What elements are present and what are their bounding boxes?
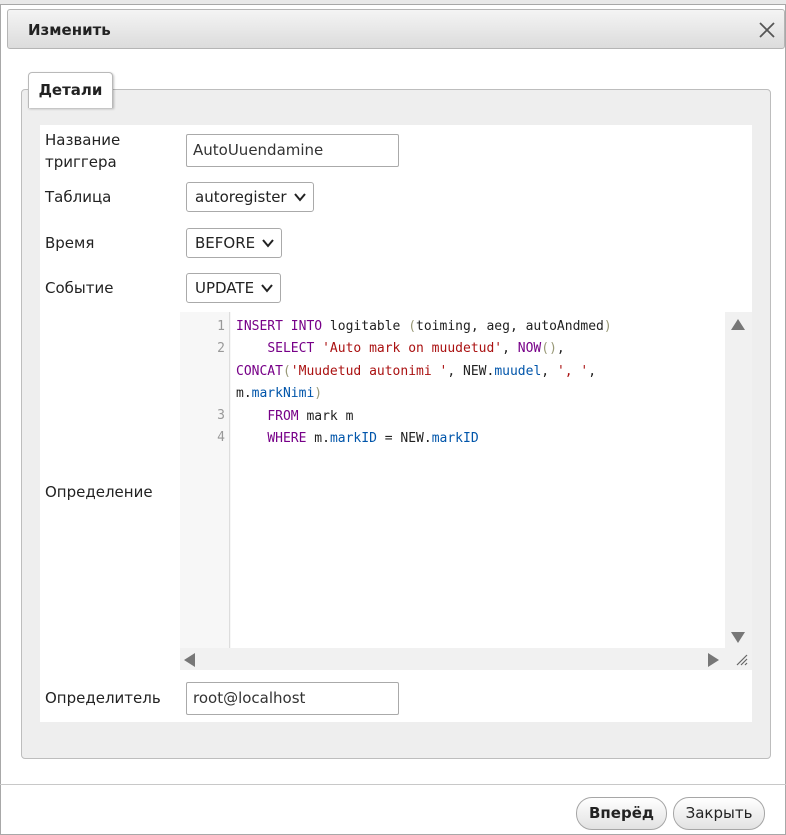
event-select[interactable]: UPDATE [186,273,282,303]
table-label: Таблица [45,188,112,206]
scroll-down-icon[interactable] [731,632,745,643]
definition-label: Определение [45,483,153,501]
line-number: 1 [217,319,225,334]
time-select-value: BEFORE [195,234,256,252]
resize-handle[interactable] [732,648,752,670]
scroll-up-icon[interactable] [731,319,745,330]
close-icon[interactable] [756,19,778,41]
trigger-name-label: Название триггера [45,131,121,171]
close-button[interactable]: Закрыть [673,797,765,830]
chevron-down-icon [293,193,306,202]
line-number: 4 [217,430,225,445]
chevron-down-icon [262,239,274,248]
tab-details[interactable]: Детали [28,72,113,108]
dialog-title: Изменить [28,21,111,39]
definer-label: Определитель [45,689,161,707]
code-line[interactable]: SELECT 'Auto mark on muudetud', NOW(), [236,341,564,356]
code-area[interactable]: INSERT INTO logitable (toiming, aeg, aut… [231,312,725,648]
line-number: 3 [217,408,225,423]
code-line[interactable]: INSERT INTO logitable (toiming, aeg, aut… [236,319,612,334]
trigger-name-input[interactable]: AutoUuendamine [186,134,399,167]
sql-editor[interactable]: 1 2 3 4 INSERT INTO logitable (toiming, … [180,312,752,670]
trigger-form: Название триггера AutoUuendamine Таблица… [40,125,752,722]
event-select-value: UPDATE [195,279,255,297]
scroll-left-icon[interactable] [184,653,195,667]
line-number-gutter: 1 2 3 4 [180,312,230,648]
go-button[interactable]: Вперёд [576,797,667,830]
line-number: 2 [217,341,225,356]
time-select[interactable]: BEFORE [186,228,283,258]
dialog-titlebar[interactable]: Изменить [7,9,785,49]
code-line[interactable]: m.markNimi) [236,386,322,401]
code-line[interactable]: WHERE m.markID = NEW.markID [236,431,478,446]
time-label: Время [45,234,95,252]
table-select-value: autoregister [195,188,287,206]
definer-input[interactable]: root@localhost [186,682,399,715]
footer-divider [0,784,786,785]
code-line[interactable]: CONCAT('Muudetud autonimi ', NEW.muudel,… [236,364,596,379]
vertical-scrollbar[interactable] [725,312,752,648]
event-label: Событие [45,279,114,297]
resize-grip-icon [736,654,748,666]
table-select[interactable]: autoregister [186,182,314,212]
horizontal-scrollbar[interactable] [180,648,732,670]
scroll-right-icon[interactable] [708,653,719,667]
code-line[interactable]: FROM mark m [236,409,353,424]
chevron-down-icon [261,284,273,293]
